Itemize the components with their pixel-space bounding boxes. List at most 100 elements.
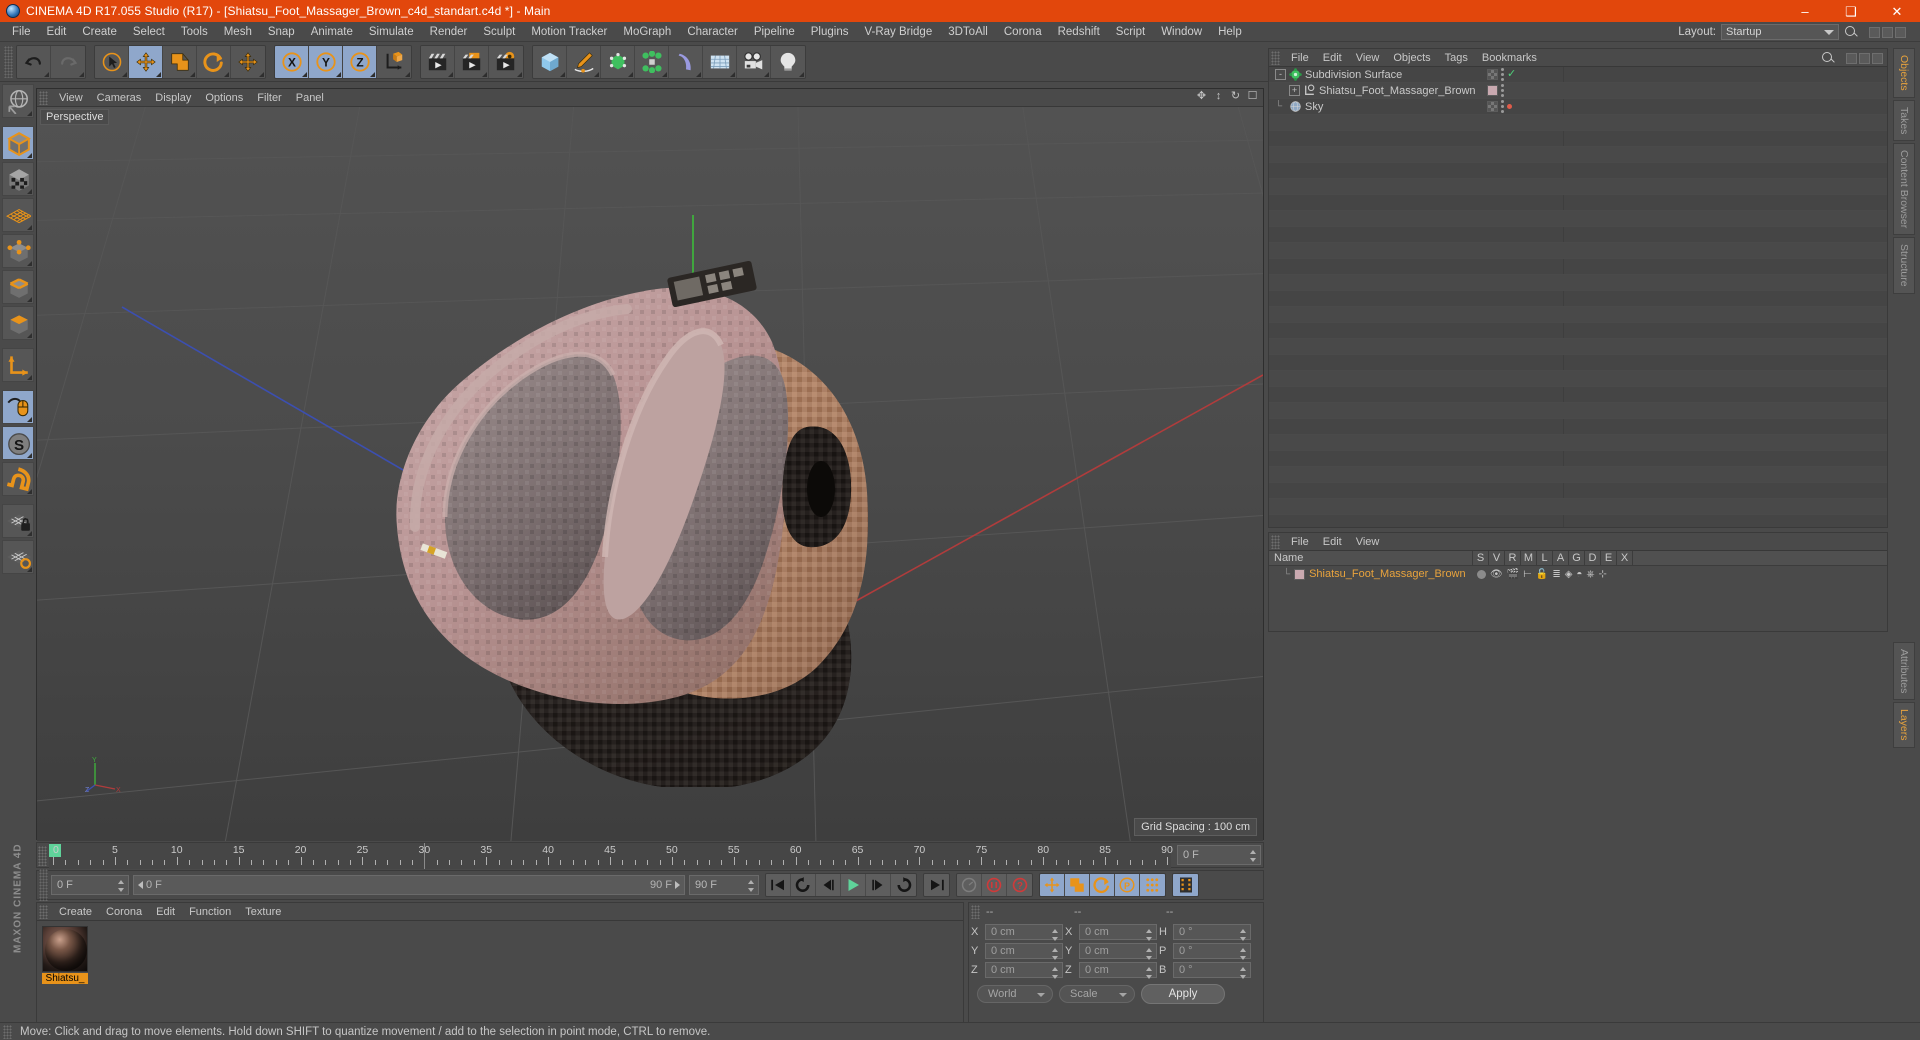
axis-mode-button[interactable] [2, 348, 34, 382]
spinner-icon[interactable] [1240, 966, 1247, 979]
bone-icon[interactable]: ⊹ [1598, 569, 1606, 580]
viewport-menu-display[interactable]: Display [148, 91, 198, 105]
spinner-icon[interactable] [1146, 928, 1153, 941]
model-mode-button[interactable] [2, 126, 34, 160]
viewport-menu-panel[interactable]: Panel [289, 91, 331, 105]
render-view-button[interactable] [421, 45, 455, 78]
add-generator-button[interactable] [601, 45, 635, 78]
hierarchy-icon[interactable]: ⊢ [1523, 569, 1532, 580]
range-left-arrow-icon[interactable] [138, 881, 143, 889]
material-sphere-icon[interactable] [42, 926, 88, 972]
lock-y-button[interactable]: Y [309, 45, 343, 78]
panel-window-controls[interactable] [1869, 26, 1906, 38]
timeline-playhead[interactable] [424, 843, 426, 869]
right-tab-content-browser[interactable]: Content Browser [1893, 143, 1915, 236]
undo-button[interactable] [17, 45, 51, 78]
object-row[interactable]: + Shiatsu_Foot_Massager_Brown [1269, 83, 1887, 99]
material-manager-menu-corona[interactable]: Corona [99, 905, 149, 919]
apply-button[interactable]: Apply [1141, 984, 1225, 1004]
object-row-name-cell[interactable]: + Shiatsu_Foot_Massager_Brown [1269, 84, 1484, 97]
shade-icon[interactable]: ◓ [1576, 569, 1582, 580]
scale-tool-button[interactable] [163, 45, 197, 78]
expander-plus-icon[interactable]: + [1289, 85, 1300, 96]
move-alt-button[interactable] [231, 45, 265, 78]
layer-manager-grip-icon[interactable] [1271, 534, 1280, 549]
add-array-button[interactable] [635, 45, 669, 78]
lock-x-button[interactable]: X [275, 45, 309, 78]
om-restore-icon[interactable] [1859, 52, 1870, 64]
menu-item-v-ray-bridge[interactable]: V-Ray Bridge [856, 24, 940, 40]
transport-grip-icon[interactable] [39, 869, 48, 901]
layer-stack-icon[interactable]: ≣ [1552, 569, 1560, 580]
object-row[interactable]: └ Sky [1269, 99, 1887, 115]
play-button[interactable] [841, 874, 866, 896]
material-manager-menu-function[interactable]: Function [182, 905, 238, 919]
object-manager-menu-edit[interactable]: Edit [1316, 51, 1349, 65]
coordinate-size-field[interactable]: 0 cm [1079, 961, 1157, 979]
coordinate-rotation-field[interactable]: 0 ° [1173, 961, 1251, 979]
visibility-dot-icon[interactable] [1507, 104, 1512, 109]
object-row-dots-icon[interactable] [1501, 68, 1504, 81]
material-list[interactable]: Shiatsu_ [37, 921, 963, 1023]
toolbar-grip-icon[interactable] [4, 45, 13, 78]
menu-item-sculpt[interactable]: Sculpt [475, 24, 523, 40]
world-coordinates-button[interactable] [377, 45, 411, 78]
menu-item-create[interactable]: Create [74, 24, 125, 40]
redo-button[interactable] [51, 45, 85, 78]
object-row-name-cell[interactable]: └ Sky [1269, 100, 1484, 113]
maximize-view-icon[interactable]: ☐ [1246, 90, 1259, 103]
coordinate-position-field[interactable]: 0 cm [985, 942, 1063, 960]
menu-item-animate[interactable]: Animate [303, 24, 361, 40]
add-cube-button[interactable] [533, 45, 567, 78]
add-spline-button[interactable] [567, 45, 601, 78]
menu-item-mesh[interactable]: Mesh [216, 24, 260, 40]
viewport-menu-view[interactable]: View [52, 91, 90, 105]
rotate-tool-button[interactable] [197, 45, 231, 78]
timeline-ruler[interactable]: 051015202530354045505560657075808590 0 F [36, 842, 1264, 869]
panel-minimize-icon[interactable] [1869, 26, 1880, 38]
workplane-button[interactable] [2, 540, 34, 574]
material-manager-menu-edit[interactable]: Edit [149, 905, 182, 919]
layout-dropdown[interactable]: Startup [1721, 24, 1839, 40]
panel-restore-icon[interactable] [1882, 26, 1893, 38]
eye-icon[interactable]: 👁 [1490, 569, 1503, 580]
object-row-tags[interactable]: ✓ [1487, 68, 1516, 81]
perspective-viewport[interactable]: Perspective Grid Spacing : 100 cm Y X Z [37, 107, 1263, 841]
timeline-track[interactable]: 051015202530354045505560657075808590 [49, 843, 1173, 869]
loop-forward-button[interactable] [891, 874, 916, 896]
viewport-grip-icon[interactable] [39, 90, 48, 105]
menu-item-corona[interactable]: Corona [996, 24, 1050, 40]
menu-item-simulate[interactable]: Simulate [361, 24, 422, 40]
right-tab-structure[interactable]: Structure [1893, 237, 1915, 294]
lock-z-button[interactable]: Z [343, 45, 377, 78]
layer-row-name-cell[interactable]: └ Shiatsu_Foot_Massager_Brown [1269, 568, 1473, 580]
record-active-objects-button[interactable] [957, 874, 982, 896]
live-selection-button[interactable] [2, 84, 34, 118]
material-manager-menu-create[interactable]: Create [52, 905, 99, 919]
viewport-menu-filter[interactable]: Filter [250, 91, 288, 105]
range-end-group[interactable]: 90 F [650, 879, 680, 891]
select-tool-button[interactable] [95, 45, 129, 78]
coordinate-system-dropdown[interactable]: World [977, 985, 1053, 1003]
spinner-icon[interactable] [1146, 947, 1153, 960]
object-search-icon[interactable] [1821, 51, 1835, 65]
preview-range-bar[interactable]: 0 F 90 F [133, 875, 685, 895]
shiatsu-foot-massager-model[interactable] [337, 227, 957, 787]
timeline-toggle-button[interactable] [1173, 874, 1198, 896]
menu-item-character[interactable]: Character [679, 24, 746, 40]
menu-item-pipeline[interactable]: Pipeline [746, 24, 803, 40]
expander-minus-icon[interactable]: - [1275, 69, 1286, 80]
search-icon[interactable] [1844, 25, 1858, 39]
range-start-group[interactable]: 0 F [138, 879, 162, 891]
previous-frame-button[interactable] [816, 874, 841, 896]
add-light-button[interactable] [771, 45, 805, 78]
shadow-icon[interactable]: ⎈ [1586, 569, 1594, 580]
rotate-view-icon[interactable]: ↻ [1229, 90, 1242, 103]
coordinate-position-field[interactable]: 0 cm [985, 923, 1063, 941]
coordinate-rotation-field[interactable]: 0 ° [1173, 923, 1251, 941]
layer-row[interactable]: └ Shiatsu_Foot_Massager_Brown 👁 🎬 ⊢ 🔓 ≣ … [1269, 566, 1887, 582]
right-tab-layers[interactable]: Layers [1893, 702, 1915, 748]
autokeying-button[interactable] [982, 874, 1007, 896]
preview-end-field[interactable]: 90 F [689, 875, 759, 895]
lock-workplane-button[interactable] [2, 504, 34, 538]
